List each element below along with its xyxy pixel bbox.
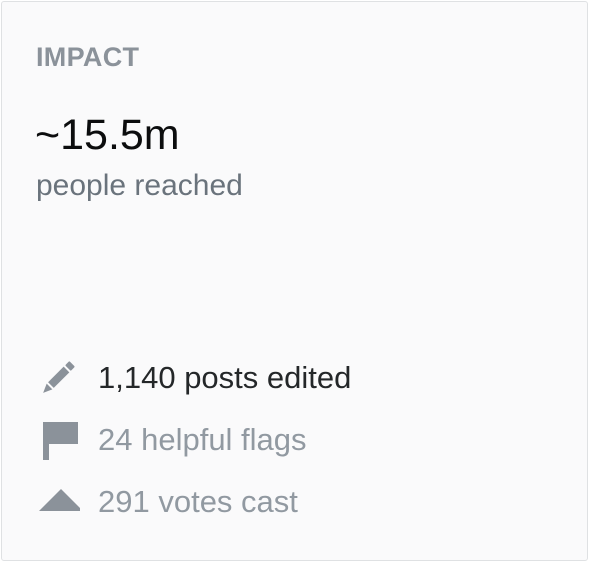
people-reached-count: ~15.5m	[35, 111, 180, 159]
stat-votes-cast-text: 291 votes cast	[98, 484, 298, 519]
stat-helpful-flags-text: 24 helpful flags	[98, 422, 307, 457]
impact-card: IMPACT ~15.5m people reached 1,140 posts…	[1, 1, 588, 561]
stat-posts-edited: 1,140 posts edited	[36, 358, 351, 398]
impact-heading: IMPACT	[36, 42, 140, 72]
upvote-arrow-icon	[36, 482, 86, 522]
stat-helpful-flags: 24 helpful flags	[36, 420, 307, 460]
stat-votes-cast: 291 votes cast	[36, 482, 298, 522]
flag-icon	[36, 420, 86, 460]
stat-posts-edited-text: 1,140 posts edited	[98, 360, 352, 395]
people-reached-label: people reached	[36, 169, 243, 202]
pencil-icon	[36, 358, 86, 398]
